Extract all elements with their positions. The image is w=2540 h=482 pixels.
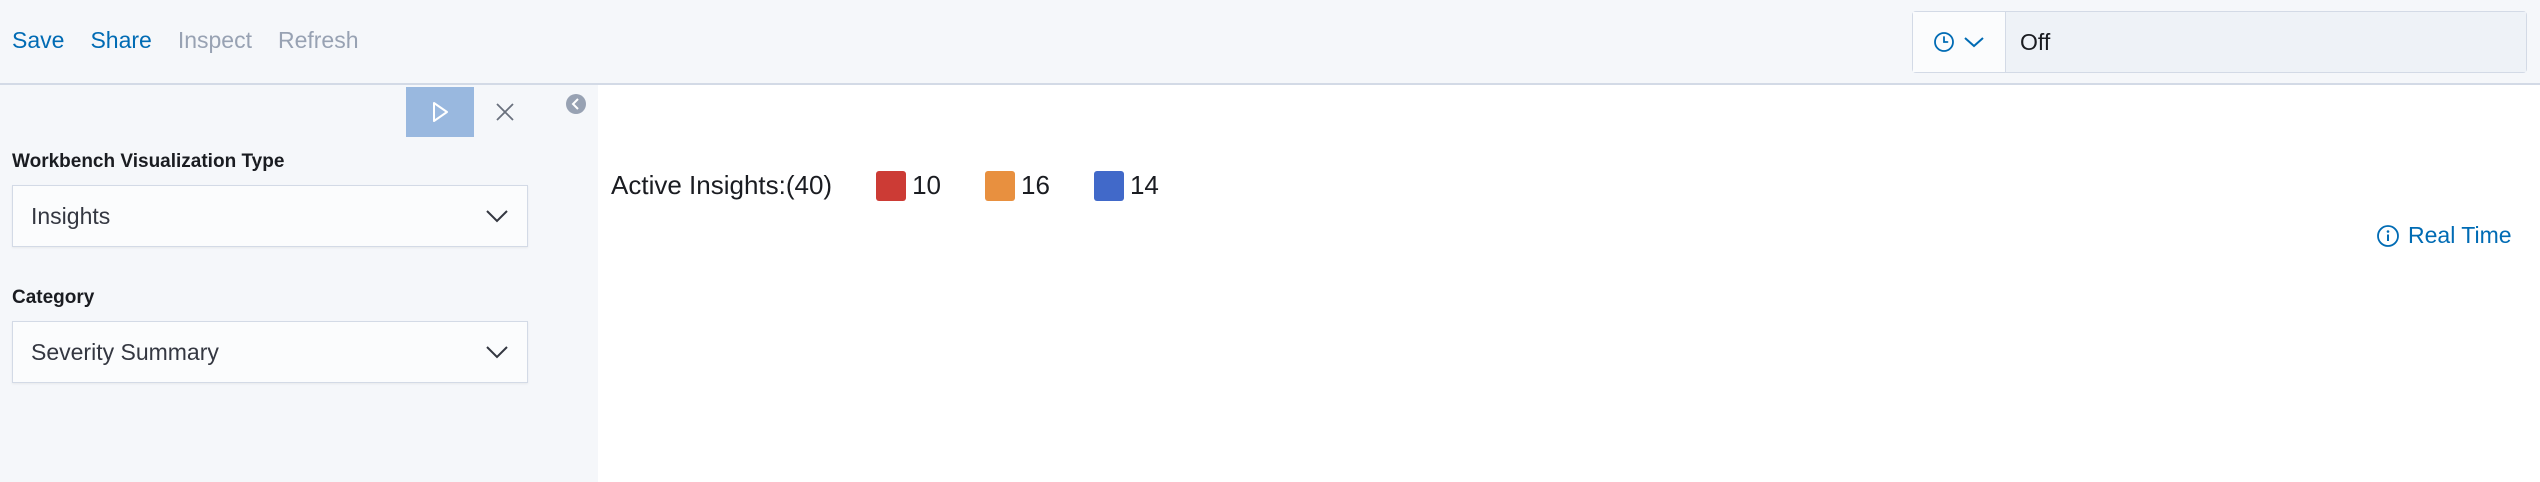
top-nav-bar: Save Share Inspect Refresh Off <box>0 0 2540 85</box>
legend-count: 14 <box>1129 170 1159 200</box>
clock-icon <box>1934 32 1954 52</box>
chevron-left-circle-icon <box>566 94 586 114</box>
category-select[interactable]: Severity Summary <box>12 321 528 383</box>
visualization-type-value: Insights <box>31 202 111 229</box>
category-label: Category <box>12 287 95 308</box>
active-insights-summary: Active Insights:(40) 10 16 14 <box>611 170 1159 201</box>
chevron-down-icon <box>1964 37 1984 48</box>
active-insights-label: Active Insights:(40) <box>611 170 833 200</box>
play-icon <box>433 102 448 122</box>
legend-swatch <box>985 170 1016 201</box>
legend-item-medium: 16 <box>985 170 1050 201</box>
auto-refresh-control: Off <box>1912 11 2527 73</box>
share-link[interactable]: Share <box>90 24 151 56</box>
close-button[interactable] <box>490 97 520 127</box>
chevron-down-icon <box>486 210 508 223</box>
refresh-link[interactable]: Refresh <box>278 24 359 56</box>
legend-swatch <box>876 170 907 201</box>
real-time-link[interactable]: Real Time <box>2376 222 2512 249</box>
info-icon <box>2377 224 2399 247</box>
legend-count: 10 <box>912 170 942 200</box>
legend-item-low: 14 <box>1093 170 1159 201</box>
refresh-interval-value[interactable]: Off <box>2006 12 2526 72</box>
sidebar-collapse-strip <box>538 85 598 482</box>
visualization-type-label: Workbench Visualization Type <box>12 151 285 172</box>
close-icon <box>496 103 514 121</box>
category-value: Severity Summary <box>31 338 219 365</box>
chevron-down-icon <box>486 346 508 359</box>
real-time-label: Real Time <box>2408 222 2512 248</box>
legend-swatch <box>1093 170 1124 201</box>
collapse-sidebar-button[interactable] <box>565 93 587 115</box>
run-button[interactable] <box>406 87 474 137</box>
visualization-sidebar: Workbench Visualization Type Insights Ca… <box>0 85 538 482</box>
save-link[interactable]: Save <box>12 24 64 56</box>
refresh-interval-button[interactable] <box>1913 12 2006 72</box>
visualization-type-select[interactable]: Insights <box>12 185 528 247</box>
legend-item-high: 10 <box>876 170 941 201</box>
inspect-link[interactable]: Inspect <box>178 24 252 56</box>
legend-count: 16 <box>1021 170 1050 200</box>
top-nav-menu: Save Share Inspect Refresh <box>12 24 359 56</box>
